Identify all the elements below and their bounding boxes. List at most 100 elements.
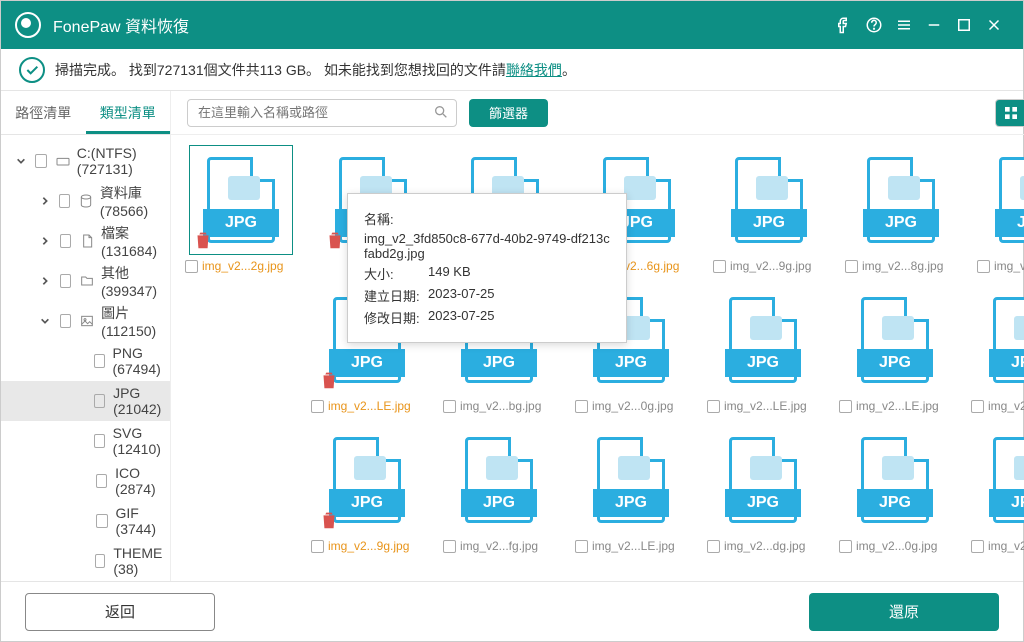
file-thumbnail[interactable]: JPG [843, 425, 947, 535]
checkbox[interactable] [707, 540, 720, 553]
tree-item[interactable]: 檔案 (131684) [1, 221, 170, 261]
checkbox[interactable] [94, 394, 105, 408]
checkbox[interactable] [95, 554, 106, 568]
recover-button[interactable]: 還原 [809, 593, 999, 631]
file-thumbnail[interactable]: JPG [711, 425, 815, 535]
jpg-file-icon: JPG [207, 157, 275, 243]
checkbox[interactable] [443, 540, 456, 553]
status-found: 找到727131個文件共113 GB。 [129, 60, 320, 80]
file-cell[interactable]: JPGimg_v2...LE.jpg [575, 425, 687, 553]
toolbar: 篩選器 [171, 91, 1024, 135]
checkbox[interactable] [713, 260, 726, 273]
tree-item[interactable]: 圖片 (112150) [1, 301, 170, 341]
file-thumbnail[interactable]: JPG [711, 285, 815, 395]
check-icon [19, 57, 45, 83]
file-cell[interactable]: JPGimg_v2...LE.jpg [707, 285, 819, 413]
help-icon[interactable] [859, 10, 889, 40]
trash-icon [318, 368, 340, 392]
file-thumbnail[interactable]: JPG [975, 285, 1024, 395]
file-cell[interactable]: JPGimg_v2...fg.jpg [443, 425, 555, 553]
chevron-down-icon[interactable] [15, 156, 27, 166]
checkbox[interactable] [977, 260, 990, 273]
file-thumbnail[interactable]: JPG [189, 145, 293, 255]
checkbox[interactable] [971, 400, 984, 413]
view-grid-button[interactable] [996, 100, 1024, 126]
checkbox[interactable] [707, 400, 720, 413]
file-cell[interactable]: JPGimg_v2...0g.jpg [971, 285, 1024, 413]
tab-path-list[interactable]: 路徑清單 [1, 91, 86, 134]
filter-button[interactable]: 篩選器 [469, 99, 548, 127]
file-thumbnail[interactable]: JPG [975, 425, 1024, 535]
menu-icon[interactable] [889, 10, 919, 40]
file-thumbnail[interactable]: JPG [843, 285, 947, 395]
tree-item[interactable]: JPG (21042) [1, 381, 170, 421]
tree: C:(NTFS) (727131)資料庫 (78566)檔案 (131684)其… [1, 135, 170, 581]
file-thumbnail[interactable]: JPG [315, 425, 419, 535]
chevron-right-icon[interactable] [39, 196, 51, 206]
file-cell[interactable]: JPG img_v2...7g.jpg [977, 145, 1024, 273]
file-cell[interactable]: JPG img_v2...LE.jpg [971, 425, 1024, 553]
facebook-icon[interactable] [829, 10, 859, 40]
checkbox[interactable] [185, 260, 198, 273]
file-name: img_v2...2g.jpg [185, 259, 297, 273]
checkbox[interactable] [96, 474, 108, 488]
checkbox[interactable] [94, 434, 104, 448]
file-cell[interactable]: JPG img_v2...2g.jpg [185, 145, 297, 273]
checkbox[interactable] [839, 400, 852, 413]
tree-item-label: 資料庫 (78566) [100, 183, 170, 219]
file-thumbnail[interactable]: JPG [447, 425, 551, 535]
checkbox[interactable] [845, 260, 858, 273]
chevron-down-icon[interactable] [39, 316, 52, 326]
tooltip-name-value: img_v2_3fd850c8-677d-40b2-9749-df213cfab… [364, 231, 610, 261]
file-thumbnail[interactable]: JPG [849, 145, 953, 255]
checkbox[interactable] [575, 400, 588, 413]
file-cell[interactable]: JPG img_v2...9g.jpg [713, 145, 825, 273]
checkbox[interactable] [971, 540, 984, 553]
file-thumbnail[interactable]: JPG [981, 145, 1024, 255]
file-cell[interactable]: JPGimg_v2...8g.jpg [845, 145, 957, 273]
checkbox[interactable] [60, 274, 71, 288]
checkbox[interactable] [443, 400, 456, 413]
tree-item[interactable]: ICO (2874) [1, 461, 170, 501]
minimize-button[interactable] [919, 10, 949, 40]
back-button[interactable]: 返回 [25, 593, 215, 631]
jpg-file-icon: JPG [735, 157, 803, 243]
tree-item[interactable]: PNG (67494) [1, 341, 170, 381]
file-name: img_v2...9g.jpg [713, 259, 825, 273]
checkbox[interactable] [839, 540, 852, 553]
tree-item[interactable]: GIF (3744) [1, 501, 170, 541]
close-button[interactable] [979, 10, 1009, 40]
file-name: img_v2...LE.jpg [971, 539, 1024, 553]
file-name: img_v2...9g.jpg [311, 539, 423, 553]
file-cell[interactable]: JPGimg_v2...LE.jpg [839, 285, 951, 413]
file-name: img_v2...0g.jpg [575, 399, 687, 413]
checkbox[interactable] [94, 354, 104, 368]
file-cell[interactable]: JPG img_v2...9g.jpg [311, 425, 423, 553]
file-thumbnail[interactable]: JPG [717, 145, 821, 255]
tooltip-name-label: 名稱: [364, 209, 428, 228]
checkbox[interactable] [311, 400, 324, 413]
file-thumbnail[interactable]: JPG [579, 425, 683, 535]
tree-item[interactable]: 資料庫 (78566) [1, 181, 170, 221]
file-name: img_v2...7g.jpg [977, 259, 1024, 273]
checkbox[interactable] [60, 314, 72, 328]
checkbox[interactable] [311, 540, 324, 553]
tree-item[interactable]: C:(NTFS) (727131) [1, 141, 170, 181]
tree-item[interactable]: 其他 (399347) [1, 261, 170, 301]
search-icon[interactable] [433, 104, 449, 125]
chevron-right-icon[interactable] [39, 236, 52, 246]
contact-link[interactable]: 聯絡我們 [506, 60, 562, 80]
tree-item[interactable]: THEME (38) [1, 541, 170, 581]
maximize-button[interactable] [949, 10, 979, 40]
tree-item[interactable]: SVG (12410) [1, 421, 170, 461]
tab-type-list[interactable]: 類型清單 [86, 91, 171, 134]
checkbox[interactable] [575, 540, 588, 553]
chevron-right-icon[interactable] [39, 276, 52, 286]
file-cell[interactable]: JPGimg_v2...0g.jpg [839, 425, 951, 553]
checkbox[interactable] [96, 514, 108, 528]
checkbox[interactable] [35, 154, 46, 168]
checkbox[interactable] [59, 194, 70, 208]
checkbox[interactable] [60, 234, 71, 248]
file-cell[interactable]: JPGimg_v2...dg.jpg [707, 425, 819, 553]
search-input[interactable] [187, 99, 457, 127]
